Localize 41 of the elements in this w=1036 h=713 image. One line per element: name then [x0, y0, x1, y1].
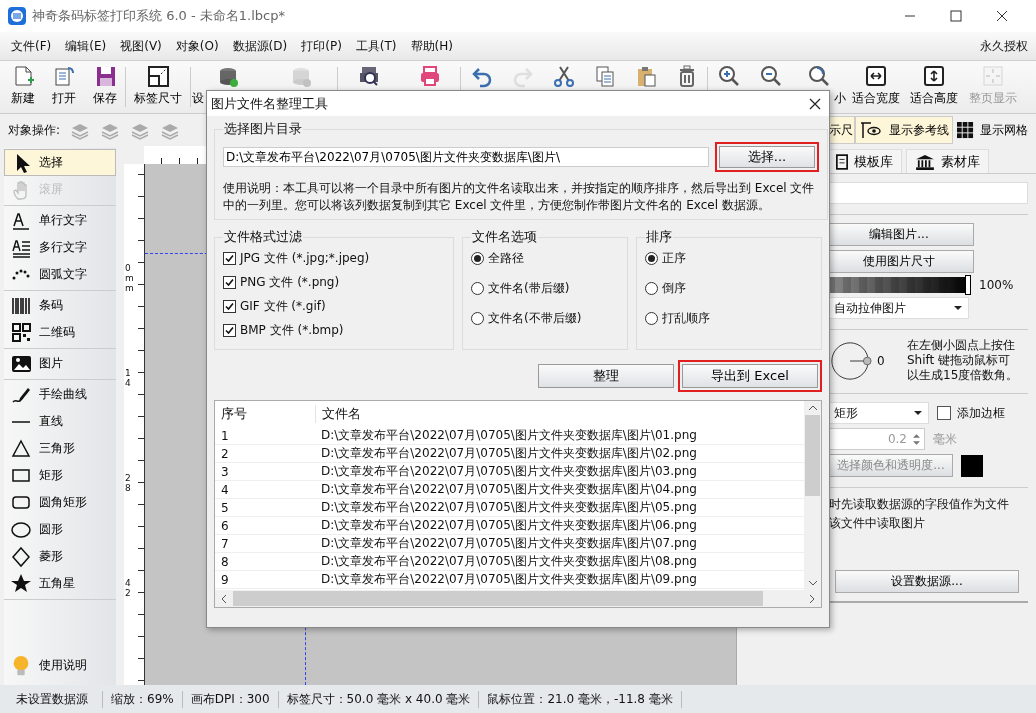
opacity-value: 100%: [979, 278, 1014, 292]
table-cell-text: D:\文章发布平台\2022\07月\0705\图片文件夹变数据库\图片\07.png: [320, 535, 697, 552]
table-cell-text: 2: [220, 446, 230, 461]
dialog-title: 图片文件名整理工具: [211, 94, 328, 113]
status-text: 标签尺寸：50.0 毫米 x 40.0 毫米: [278, 690, 480, 708]
status-text: 缩放：69%: [103, 690, 183, 708]
table-cell-text: 9: [220, 572, 230, 587]
table-cell-text: D:\文章发布平台\2022\07月\0705\图片文件夹变数据库\图片\05.png: [320, 499, 697, 516]
group-title: 排序: [645, 228, 673, 246]
table-cell-text: 4: [220, 482, 230, 497]
rotation-hint: 在左侧小圆点上按住 Shift 键拖动鼠标可以生成15度倍数角。: [907, 338, 1020, 383]
usage-note: 使用说明：本工具可以将一个目录中所有图片的文件名读取出来，并按指定的顺序排序，然后导出到 Excel 文件中的一列里。您可以将该列数据复制到其它 Excel 文件里，方便您制作带图片文件名的 Excel 数据源。: [223, 180, 816, 214]
source-note: 时先读取数据源的字段值作为文件: [828, 496, 1010, 513]
status-text: 画布DPI：300: [182, 690, 279, 708]
group-title: 文件名选项: [471, 228, 538, 246]
ruler-label: 28: [125, 474, 132, 494]
ruler-label: 42: [125, 579, 132, 599]
ruler-label: 0mm: [125, 264, 134, 294]
unit-label: 毫米: [933, 430, 957, 448]
table-cell-text: D:\文章发布平台\2022\07月\0705\图片文件夹变数据库\图片\02.png: [320, 445, 697, 462]
table-cell-text: 7: [220, 536, 230, 551]
window-title: 神奇条码标签打印系统 6.0 - 未命名1.lbcp*: [32, 7, 285, 25]
source-note: 该文件中读取图片: [828, 515, 926, 532]
object-ops-label: 对象操作:: [8, 121, 61, 139]
table-cell-text: D:\文章发布平台\2022\07月\0705\图片文件夹变数据库\图片\09.png: [320, 571, 697, 588]
status-text: 鼠标位置：21.0 毫米，-11.8 毫米: [479, 690, 682, 708]
rotation-value: 0: [877, 353, 886, 368]
table-cell-text: 3: [220, 464, 230, 479]
group-title: 选择图片目录: [223, 120, 303, 138]
table-cell-text: D:\文章发布平台\2022\07月\0705\图片文件夹变数据库\图片\08.png: [320, 553, 697, 570]
table-cell-text: 1: [220, 428, 230, 443]
table-cell-text: D:\文章发布平台\2022\07月\0705\图片文件夹变数据库\图片\01.png: [320, 427, 697, 444]
table-cell-text: 8: [220, 554, 230, 569]
table-cell-text: 5: [220, 500, 230, 515]
group-title: 文件格式过滤: [223, 228, 303, 246]
table-cell-text: D:\文章发布平台\2022\07月\0705\图片文件夹变数据库\图片\04.png: [320, 481, 697, 498]
table-cell-text: 6: [220, 518, 230, 533]
status-text: 未设置数据源: [0, 690, 103, 708]
table-cell-text: D:\文章发布平台\2022\07月\0705\图片文件夹变数据库\图片\06.png: [320, 517, 697, 534]
ruler-label: 14: [125, 369, 132, 389]
table-cell-text: D:\文章发布平台\2022\07月\0705\图片文件夹变数据库\图片\03.png: [320, 463, 697, 480]
